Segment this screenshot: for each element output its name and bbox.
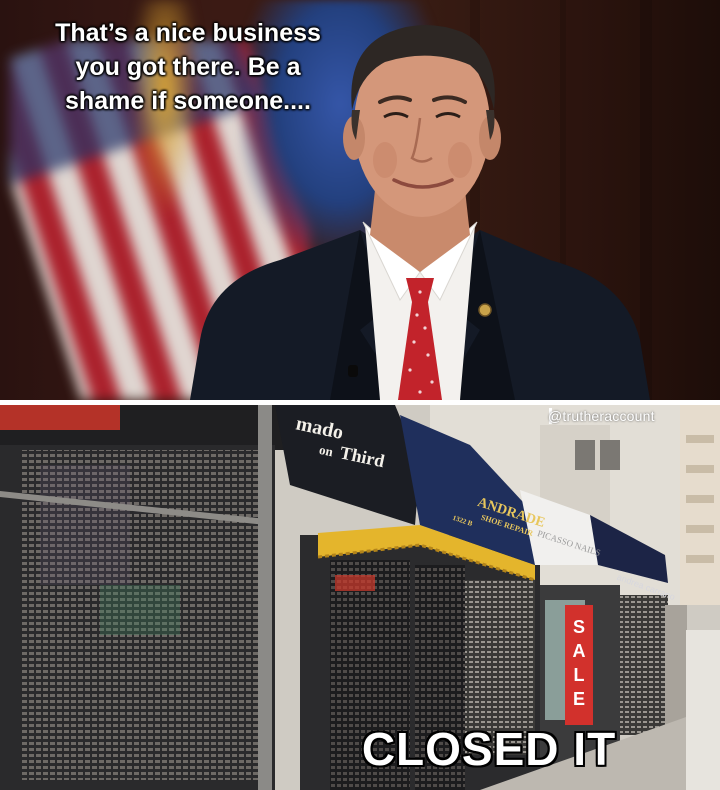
sale-sign: S A L E [565,615,593,711]
sale-letter-l: L [573,665,585,685]
top-caption-line-2: you got there. Be a [75,53,301,81]
sale-letter-a: A [572,641,586,661]
sale-letter-s: S [572,617,585,637]
mado-sign-on: on [317,441,335,460]
top-caption: That’s a nice business you got there. Be… [8,16,368,118]
top-caption-line-3: shame if someone.... [65,87,311,115]
top-photo-panel: That’s a nice business you got there. Be… [0,0,720,400]
watermark-handle: @trutheraccount [548,408,655,424]
sale-letter-e: E [572,689,585,709]
bottom-caption: CLOSED IT [361,723,617,775]
top-caption-line-1: That’s a nice business [55,19,321,47]
meme-image: That’s a nice business you got there. Be… [0,0,720,790]
bottom-photo-panel: mado on Third ANDRADE SHOE REPAIR 1322 B… [0,405,720,790]
